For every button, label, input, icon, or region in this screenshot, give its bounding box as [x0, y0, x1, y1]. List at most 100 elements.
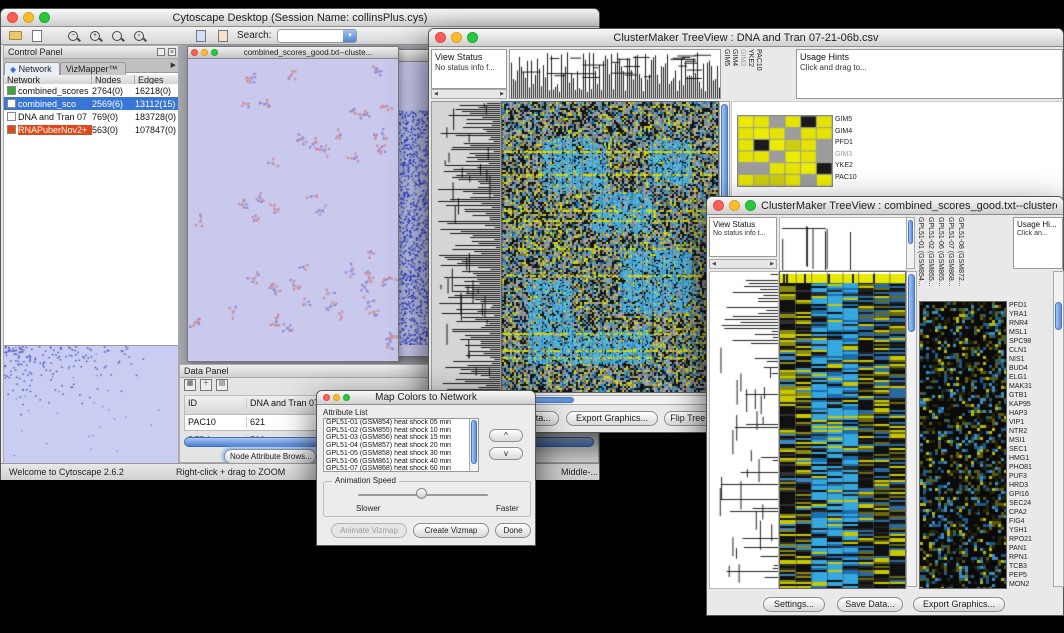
row-dendrogram-canvas[interactable] — [709, 271, 779, 589]
network-view-titlebar[interactable]: combined_scores_good.txt--cluste... — [188, 47, 398, 59]
move-down-button[interactable]: v — [489, 447, 523, 460]
gene-label[interactable]: FIG4 — [1009, 517, 1053, 526]
attribute-item[interactable]: GPL51-04 (GSM857) heat shock 20 min — [324, 442, 470, 450]
right-vscroll-thumb[interactable] — [1055, 302, 1062, 330]
speed-slider-thumb[interactable] — [416, 488, 427, 499]
zoom-selected-icon[interactable] — [131, 28, 147, 43]
gene-label[interactable]: SEC24 — [1009, 499, 1053, 508]
correlation-matrix-canvas[interactable] — [737, 115, 833, 187]
row-dendrogram-canvas[interactable] — [431, 101, 501, 393]
float-panel-icon[interactable] — [157, 48, 165, 56]
attribute-item[interactable]: GPL51-07 (GSM868) heat shock 60 min — [324, 465, 470, 472]
annotation-icon[interactable] — [193, 28, 209, 43]
network-table-row[interactable]: DNA and Tran 07769(0)183728(0) — [4, 110, 178, 123]
vizmap-icon[interactable] — [215, 28, 231, 43]
gene-label[interactable]: PFD1 — [1009, 301, 1053, 310]
zoom-icon[interactable] — [211, 49, 218, 56]
gene-label[interactable]: YSH1 — [1009, 526, 1053, 535]
attribute-item[interactable]: GPL51-05 (GSM858) heat shock 30 min — [324, 450, 470, 458]
network-table-row[interactable]: RNAPuberNov2+563(0)107847(0) — [4, 123, 178, 136]
attribute-scroll-thumb[interactable] — [471, 420, 477, 464]
gene-label[interactable]: CPA2 — [1009, 508, 1053, 517]
gene-label[interactable]: PUF3 — [1009, 472, 1053, 481]
gene-label[interactable]: HRD3 — [1009, 481, 1053, 490]
gene-label[interactable]: SPC98 — [1009, 337, 1053, 346]
zoom-in-icon[interactable] — [87, 28, 103, 43]
heatmap-canvas[interactable] — [779, 271, 906, 589]
scroll-left-icon[interactable] — [432, 91, 440, 97]
attribute-item[interactable]: GPL51-02 (GSM855) heat shock 10 min — [324, 427, 470, 435]
close-icon[interactable] — [435, 32, 446, 43]
attribute-delete-icon[interactable]: ▤ — [216, 379, 228, 391]
zoom-icon[interactable] — [343, 394, 350, 401]
gene-label[interactable]: ELG1 — [1009, 373, 1053, 382]
zoom-fit-icon[interactable] — [109, 28, 125, 43]
mini-hscrollbar[interactable] — [709, 259, 777, 269]
gene-label[interactable]: SEC1 — [1009, 445, 1053, 454]
tab-overflow-icon[interactable]: ▶ — [171, 61, 176, 69]
treeview-button-save-data-[interactable]: Save Data... — [837, 597, 903, 612]
close-icon[interactable] — [323, 394, 330, 401]
gene-label[interactable]: YRA1 — [1009, 310, 1053, 319]
scroll-left-icon[interactable] — [710, 261, 718, 267]
id-column-header[interactable]: ID — [185, 398, 247, 409]
move-up-button[interactable]: ^ — [489, 429, 523, 442]
dialog-titlebar[interactable]: Map Colors to Network — [317, 391, 535, 405]
global-view-canvas[interactable] — [919, 301, 1007, 589]
close-panel-icon[interactable]: × — [168, 48, 176, 56]
gene-label[interactable]: BUD4 — [1009, 364, 1053, 373]
treeview-button-settings-[interactable]: Settings... — [763, 597, 825, 612]
gene-label[interactable]: HAP3 — [1009, 409, 1053, 418]
heatmap-vscrollbar[interactable] — [906, 271, 917, 587]
create-vizmap-button[interactable]: Create Vizmap — [413, 523, 489, 538]
save-session-icon[interactable] — [29, 28, 45, 43]
gene-label[interactable]: KAP95 — [1009, 400, 1053, 409]
attribute-item[interactable]: GPL51-03 (GSM856) heat shock 15 min — [324, 434, 470, 442]
top-vscroll-thumb[interactable] — [908, 220, 913, 244]
network-table-row[interactable]: combined_scores2764(0)16218(0) — [4, 84, 178, 97]
zoom-icon[interactable] — [745, 200, 756, 211]
attribute-list[interactable]: GPL51-01 (GSM854) heat shock 05 minGPL51… — [323, 418, 479, 472]
network-overview-thumbnail[interactable] — [4, 345, 178, 463]
gene-label[interactable]: RNR4 — [1009, 319, 1053, 328]
attribute-create-icon[interactable]: ＋ — [200, 379, 212, 391]
treeview-button-export-graphics-[interactable]: Export Graphics... — [913, 597, 1005, 612]
gene-label[interactable]: GTB1 — [1009, 391, 1053, 400]
scroll-right-icon[interactable] — [768, 261, 776, 267]
treeview2-titlebar[interactable]: ClusterMaker TreeView : combined_scores_… — [707, 197, 1063, 215]
gene-label[interactable]: PHO81 — [1009, 463, 1053, 472]
attribute-item[interactable]: GPL51-06 (GSM861) heat shock 40 min — [324, 458, 470, 466]
gene-label[interactable]: HMG1 — [1009, 454, 1053, 463]
treeview1-titlebar[interactable]: ClusterMaker TreeView : DNA and Tran 07-… — [429, 29, 1063, 47]
attribute-select-icon[interactable]: ▦ — [184, 379, 196, 391]
vscroll-thumb[interactable] — [908, 274, 915, 332]
minimize-icon[interactable] — [333, 394, 340, 401]
gene-label[interactable]: MON2 — [1009, 580, 1053, 589]
gene-label[interactable]: PEP5 — [1009, 571, 1053, 580]
search-combo[interactable] — [277, 29, 357, 43]
cytoscape-titlebar[interactable]: Cytoscape Desktop (Session Name: collins… — [1, 9, 599, 27]
column-dendrogram-canvas[interactable] — [779, 217, 907, 271]
open-session-icon[interactable] — [7, 28, 23, 43]
done-button[interactable]: Done — [495, 523, 531, 538]
gene-label[interactable]: MSL1 — [1009, 328, 1053, 337]
gene-label[interactable]: TCB3 — [1009, 562, 1053, 571]
attribute-item[interactable]: GPL51-01 (GSM854) heat shock 05 min — [324, 419, 470, 427]
close-icon[interactable] — [7, 12, 18, 23]
gene-label[interactable]: VIP1 — [1009, 418, 1053, 427]
zoom-out-icon[interactable] — [65, 28, 81, 43]
gene-label[interactable]: NIS1 — [1009, 355, 1053, 364]
gene-label[interactable]: MSI1 — [1009, 436, 1053, 445]
gene-label[interactable]: RPO21 — [1009, 535, 1053, 544]
network-table-row[interactable]: combined_sco2569(6)13112(15) — [4, 97, 178, 110]
minimize-icon[interactable] — [23, 12, 34, 23]
combo-arrow-icon[interactable] — [343, 30, 356, 42]
network-view-canvas[interactable] — [188, 60, 398, 361]
minimize-icon[interactable] — [451, 32, 462, 43]
gene-label[interactable]: PAN1 — [1009, 544, 1053, 553]
attribute-list-scrollbar[interactable] — [469, 419, 478, 471]
top-vscrollbar[interactable] — [906, 217, 915, 269]
zoom-icon[interactable] — [39, 12, 50, 23]
gene-label[interactable]: CLN1 — [1009, 346, 1053, 355]
node-attribute-browser-button[interactable]: Node Attribute Brows... — [224, 449, 316, 464]
